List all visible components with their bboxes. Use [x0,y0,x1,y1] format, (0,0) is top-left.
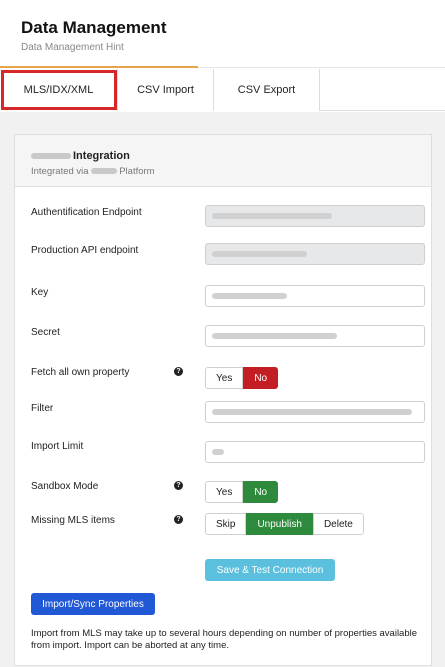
page-header: Data Management Data Management Hint [0,0,445,68]
missing-help-icon[interactable]: ? [174,515,183,524]
redacted-name [31,153,71,160]
redacted-platform [91,168,118,175]
filter-input[interactable] [205,401,425,423]
tab-mls-idx-xml[interactable]: MLS/IDX/XML [0,69,118,111]
missing-items-toggle: Skip Unpublish Delete [205,513,364,535]
sandbox-label: Sandbox Mode [31,481,99,492]
auth-endpoint-label: Authentification Endpoint [31,207,142,218]
tab-csv-import[interactable]: CSV Import [118,69,214,111]
sandbox-toggle: Yes No [205,481,279,503]
missing-items-label: Missing MLS items [31,515,115,526]
unpublish-button[interactable]: Unpublish [246,513,313,535]
fetch-all-toggle: Yes No [205,367,279,389]
page-hint: Data Management Hint [21,42,124,53]
tab-csv-export[interactable]: CSV Export [214,69,320,111]
main-area: Integration Integrated via Platform Auth… [0,112,445,667]
panel-header: Integration Integrated via Platform [15,135,431,187]
tab-bar: MLS/IDX/XML CSV Import CSV Export [0,69,445,111]
sandbox-no-button[interactable]: No [243,481,279,503]
import-sync-button[interactable]: Import/Sync Properties [31,593,155,615]
sandbox-help-icon[interactable]: ? [174,481,183,490]
key-input[interactable] [205,285,425,307]
fetch-all-label: Fetch all own property [31,367,130,378]
prod-api-label: Production API endpoint [31,245,139,256]
fetch-no-button[interactable]: No [243,367,279,389]
page-title: Data Management [21,18,167,37]
auth-endpoint-field [205,205,425,227]
integration-panel: Integration Integrated via Platform Auth… [14,134,432,666]
panel-title: Integration [31,150,130,162]
import-limit-label: Import Limit [31,441,84,452]
import-limit-input[interactable] [205,441,425,463]
panel-subtitle: Integrated via Platform [31,166,155,177]
header-accent-bar [0,66,198,68]
skip-button[interactable]: Skip [205,513,247,535]
filter-label: Filter [31,403,54,414]
secret-input[interactable] [205,325,425,347]
fetch-yes-button[interactable]: Yes [205,367,244,389]
delete-button[interactable]: Delete [312,513,364,535]
prod-api-field [205,243,425,265]
fetch-help-icon[interactable]: ? [174,367,183,376]
save-test-connection-button[interactable]: Save & Test Connection [205,559,335,581]
key-label: Key [31,287,49,298]
secret-label: Secret [31,327,60,338]
import-note: Import from MLS may take up to several h… [31,628,418,651]
sandbox-yes-button[interactable]: Yes [205,481,244,503]
